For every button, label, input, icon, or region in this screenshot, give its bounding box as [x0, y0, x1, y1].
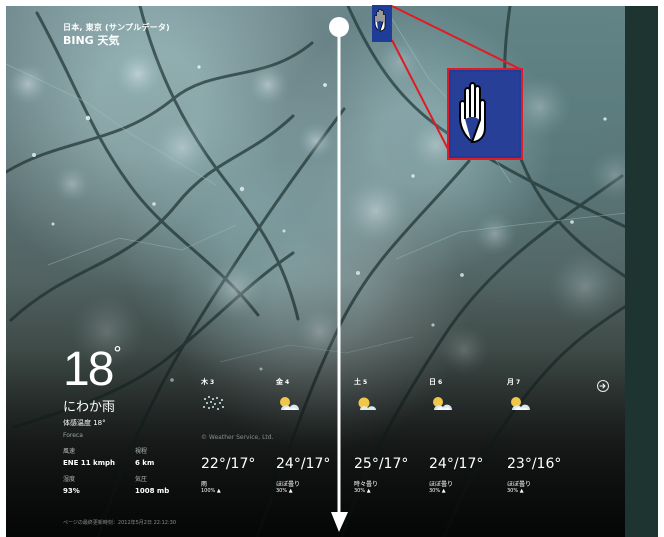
partly-sunny-icon: [433, 397, 452, 410]
forecast-day-name: 土: [354, 378, 361, 386]
weather-service-credit: © Weather Service, Ltd.: [201, 434, 274, 441]
forecast-rain-chance: 100% ▲: [201, 488, 221, 494]
app-title: BING 天気: [63, 34, 120, 47]
forecast-day-2[interactable]: 金4 24°/17° ほぼ曇り 30% ▲: [276, 378, 330, 494]
humidity-value: 93%: [63, 487, 80, 495]
wind-value: ENE 11 kmph: [63, 459, 115, 467]
forecast-day-label: 月7: [507, 378, 533, 387]
forecast-rain-chance: 30% ▲: [276, 488, 293, 494]
current-temperature-block: 18 °: [63, 343, 133, 396]
partly-sunny-icon: [280, 397, 299, 410]
forecast-date: 4: [285, 379, 290, 386]
showers-icon: [203, 396, 224, 410]
forecast-day-5[interactable]: 月7 23°/16° ほぼ曇り 30% ▲: [507, 378, 561, 494]
current-temperature: 18: [63, 343, 114, 396]
temperature-degree: °: [113, 343, 122, 364]
weather-app-window: 日本, 東京 (サンプルデータ) BING 天気 18 ° にわか雨 体感温度 …: [0, 0, 664, 537]
humidity-detail: 湿度 93%: [63, 476, 123, 496]
forecast-date: 5: [363, 379, 368, 386]
forecast-day-label: 木3: [201, 378, 227, 387]
forecast-date: 3: [210, 379, 215, 386]
forecast-temperature: 24°/17°: [429, 456, 484, 472]
forecast-day-name: 木: [201, 378, 208, 386]
provider-label: Foreca: [63, 432, 83, 439]
partly-cloudy-icon: [358, 397, 376, 410]
visibility-detail: 視程 6 km: [135, 448, 195, 468]
current-weather: 18 ° にわか雨 体感温度 18° Foreca: [63, 344, 133, 440]
location-label: 日本, 東京 (サンプルデータ): [63, 23, 170, 32]
current-condition: にわか雨: [63, 400, 116, 415]
forecast-day-name: 月: [507, 378, 514, 386]
arrow-right-circle-icon: [599, 383, 606, 389]
forecast-day-4[interactable]: 日6 24°/17° ほぼ曇り 30% ▲: [429, 378, 483, 494]
forecast-day-1[interactable]: 木3 22°/17° 雨 100% ▲: [201, 378, 255, 494]
forecast-day-label: 金4: [276, 378, 302, 387]
forecast-temperature: 23°/16°: [507, 456, 562, 472]
pressure-label: 気圧: [135, 476, 148, 483]
forecast-rain-chance: 30% ▲: [354, 488, 371, 494]
wind-detail: 風速 ENE 11 kmph: [63, 448, 123, 468]
last-updated: ページの最終更新時刻：2012年5月2日 22:12:30: [63, 520, 177, 526]
forecast-day-name: 金: [276, 378, 283, 386]
forecast-date: 6: [438, 379, 443, 386]
pressure-value: 1008 mb: [135, 487, 170, 495]
forecast-temperature: 22°/17°: [201, 456, 256, 472]
forecast-rain-chance: 30% ▲: [429, 488, 446, 494]
pressure-detail: 気圧 1008 mb: [135, 476, 195, 496]
forecast-temperature: 25°/17°: [354, 456, 409, 472]
partly-sunny-icon: [511, 397, 530, 410]
forecast-day-3[interactable]: 土5 25°/17° 時々曇り 30% ▲: [354, 378, 408, 494]
right-sidebar: [625, 6, 658, 537]
next-forecast-button[interactable]: [597, 380, 609, 392]
visibility-label: 視程: [135, 448, 148, 455]
humidity-label: 湿度: [63, 476, 76, 483]
forecast-day-label: 日6: [429, 378, 455, 387]
wind-label: 風速: [63, 448, 76, 455]
forecast-date: 7: [516, 379, 521, 386]
feels-like: 体感温度 18°: [63, 419, 106, 427]
forecast-day-label: 土5: [354, 378, 380, 387]
weather-header: 日本, 東京 (サンプルデータ) BING 天気: [63, 23, 170, 47]
hand-cursor-icon: [372, 5, 392, 42]
forecast-day-name: 日: [429, 378, 436, 386]
forecast-temperature: 24°/17°: [276, 456, 331, 472]
forecast-rain-chance: 30% ▲: [507, 488, 524, 494]
zoomed-hand-cursor-icon: [447, 68, 523, 160]
visibility-value: 6 km: [135, 459, 155, 467]
